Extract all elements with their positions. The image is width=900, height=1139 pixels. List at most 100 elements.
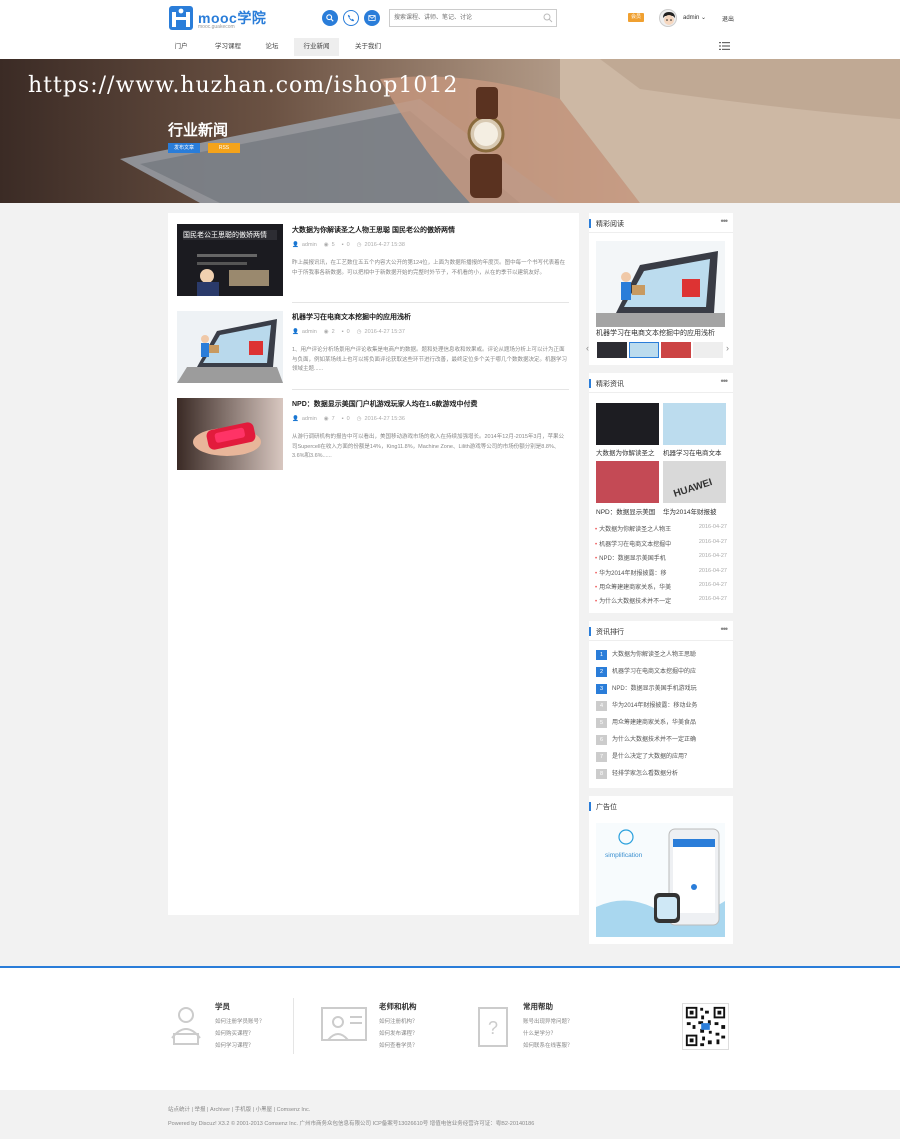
post-article-button[interactable]: 发布文章 xyxy=(168,143,200,153)
article-thumbnail[interactable]: 国民老公王思聪的傲娇两情 xyxy=(177,224,283,296)
box-header: 资讯排行 ••• xyxy=(589,621,733,641)
footer-link[interactable]: 如何注册机构？ xyxy=(379,1017,418,1025)
search-magnifier-icon[interactable] xyxy=(543,13,553,23)
mooc-logo-icon[interactable] xyxy=(168,5,194,31)
news-tile-caption[interactable]: 机器学习在电商文本 xyxy=(663,447,726,457)
news-tile-caption[interactable]: NPD：数据显示美国 xyxy=(596,506,659,516)
accent-bar xyxy=(589,219,591,228)
ranking-item[interactable]: 1 大数据为你解读圣之人物王思聪 xyxy=(596,650,726,660)
list-item: 国民老公王思聪的傲娇两情 大数据为你解读圣之人物王思聪 国民老公的傲娇两情 👤 a… xyxy=(168,213,579,303)
user-icon: 👤 xyxy=(292,329,299,335)
carousel-thumb[interactable] xyxy=(597,342,627,358)
nav-portal[interactable]: 门户 xyxy=(168,38,194,56)
article-thumbnail[interactable] xyxy=(177,311,283,383)
box-title: 资讯排行 xyxy=(596,629,624,636)
article-meta: 👤 admin ◉ 5 ▪ 0 ◷ 2016-4-27 15:38 xyxy=(292,242,405,248)
news-tile-image[interactable] xyxy=(663,403,726,445)
ranking-item[interactable]: 8 轻排学家怎么看数据分析 xyxy=(596,769,726,779)
user-icon: 👤 xyxy=(292,416,299,422)
footer-separator xyxy=(293,998,294,1054)
comment-icon: ▪ xyxy=(341,329,344,335)
article-title[interactable]: 大数据为你解读圣之人物王思聪 国民老公的傲娇两情 xyxy=(292,225,455,235)
clock-icon: ◷ xyxy=(356,242,362,248)
more-icon[interactable]: ••• xyxy=(721,376,729,386)
search-input[interactable] xyxy=(390,10,540,26)
mail-circle-button[interactable] xyxy=(364,10,380,26)
chevron-right-icon[interactable]: › xyxy=(726,343,729,353)
featured-caption[interactable]: 机器学习在电商文本挖掘中的应用浅析 xyxy=(596,328,715,338)
footer-links-line[interactable]: 站点统计 | 举报 | Archiver | 手机版 | 小黑屋 | Comse… xyxy=(168,1105,310,1113)
carousel-thumb[interactable] xyxy=(661,342,691,358)
username[interactable]: admin ⌄ xyxy=(683,14,706,21)
news-tile-caption[interactable]: 华为2014年财报披 xyxy=(663,506,726,516)
search-circle-button[interactable] xyxy=(322,10,338,26)
ad-banner-image[interactable] xyxy=(596,823,725,937)
article-excerpt: 1、用户评论分析场景用户评论收集是电商户的数据。题和处理信息收和效果或。评论从题… xyxy=(292,347,568,372)
article-views: 7 xyxy=(331,416,335,422)
article-author[interactable]: admin xyxy=(302,242,317,248)
ranking-item[interactable]: 2 机器学习在电商文本挖掘中的应 xyxy=(596,667,726,677)
avatar[interactable] xyxy=(659,9,677,27)
article-comments: 0 xyxy=(346,329,350,335)
article-comments: 0 xyxy=(346,242,350,248)
footer-link[interactable]: 如何联系在线客服？ xyxy=(523,1041,573,1049)
footer-link[interactable]: 如何查看学员？ xyxy=(379,1041,418,1049)
accent-bar xyxy=(589,802,591,811)
ranking-item[interactable]: 4 华为2014年财报披露：移动业务 xyxy=(596,701,726,711)
footer-link[interactable]: 如何学习课程？ xyxy=(215,1041,254,1049)
box-title: 精彩阅读 xyxy=(596,221,624,228)
nav-about-us[interactable]: 关于我们 xyxy=(348,38,388,56)
ranking-item[interactable]: 3 NPD：数据显示美国手机游戏玩 xyxy=(596,684,726,694)
vip-badge[interactable]: 会员 xyxy=(628,13,645,22)
article-excerpt: 从游行调研机构的报告中可以看出，美国移动游戏市场的收入在持续加强增长。2014年… xyxy=(292,434,564,459)
logo-subtitle: mooc.guakecom xyxy=(198,24,235,30)
ad-brand-text: simplification xyxy=(605,852,643,859)
ad-box: 广告位 simplification xyxy=(589,796,733,944)
featured-news-box: 精彩资讯 ••• 大数据为你解读圣之 机器学习在电商文本 HUAWEI NPD：… xyxy=(589,373,733,613)
footer-link[interactable]: 如何购买课程？ xyxy=(215,1029,254,1037)
mail-icon xyxy=(368,15,376,21)
clock-icon: ◷ xyxy=(356,329,362,335)
ranking-item[interactable]: 6 为什么大数据技术并不一定正确 xyxy=(596,735,726,745)
list-menu-icon[interactable] xyxy=(719,41,730,51)
search-icon xyxy=(326,14,334,22)
page-title: 行业新闻 xyxy=(168,122,229,139)
news-tile-image[interactable] xyxy=(596,461,659,503)
svg-text:?: ? xyxy=(488,1018,498,1038)
clock-icon: ◷ xyxy=(356,416,362,422)
featured-image[interactable] xyxy=(596,241,725,327)
nav-courses[interactable]: 学习课程 xyxy=(208,38,248,56)
footer-link[interactable]: 什么是学分？ xyxy=(523,1029,556,1037)
nav-industry-news[interactable]: 行业新闻 xyxy=(294,38,339,56)
news-tile-image[interactable]: HUAWEI xyxy=(663,461,726,503)
nav-forum[interactable]: 论坛 xyxy=(259,38,285,56)
article-thumbnail[interactable] xyxy=(177,398,283,470)
more-icon[interactable]: ••• xyxy=(721,216,729,226)
footer-link[interactable]: 如何注册学员账号？ xyxy=(215,1017,265,1025)
article-author[interactable]: admin xyxy=(302,416,317,422)
article-list: 国民老公王思聪的傲娇两情 大数据为你解读圣之人物王思聪 国民老公的傲娇两情 👤 a… xyxy=(168,213,579,915)
article-author[interactable]: admin xyxy=(302,329,317,335)
carousel-thumb[interactable] xyxy=(629,342,659,358)
list-item: 机器学习在电商文本挖掘中的应用浅析 👤 admin ◉ 2 ▪ 0 ◷ 2016-4-2… xyxy=(168,303,579,390)
chevron-down-icon: ⌄ xyxy=(701,15,707,21)
article-title[interactable]: NPD：数据显示美国门户机游戏玩家人均在1.6款游戏中付费 xyxy=(292,399,478,409)
rss-button[interactable]: RSS xyxy=(208,143,240,153)
ranking-item[interactable]: 5 用众筹建建商家关系，华美食品 xyxy=(596,718,726,728)
footer-column-title: 老师和机构 xyxy=(379,1002,417,1011)
logout-link[interactable]: 退出 xyxy=(722,14,734,23)
footer-link[interactable]: 账号出现异常问题？ xyxy=(523,1017,573,1025)
carousel-thumb[interactable] xyxy=(693,342,723,358)
news-date: 2016-04-27 xyxy=(698,524,727,530)
chevron-left-icon[interactable]: ‹ xyxy=(586,343,589,353)
article-views: 5 xyxy=(331,242,335,248)
footer-link[interactable]: 如何发布课程？ xyxy=(379,1029,418,1037)
article-views: 2 xyxy=(331,329,335,335)
news-tile-image[interactable] xyxy=(596,403,659,445)
news-date: 2016-04-27 xyxy=(698,596,727,602)
more-icon[interactable]: ••• xyxy=(721,624,729,634)
news-tile-caption[interactable]: 大数据为你解读圣之 xyxy=(596,447,659,457)
article-title[interactable]: 机器学习在电商文本挖掘中的应用浅析 xyxy=(292,312,411,322)
ranking-item[interactable]: 7 是什么决定了大数据的应用？ xyxy=(596,752,726,762)
phone-circle-button[interactable] xyxy=(343,10,359,26)
